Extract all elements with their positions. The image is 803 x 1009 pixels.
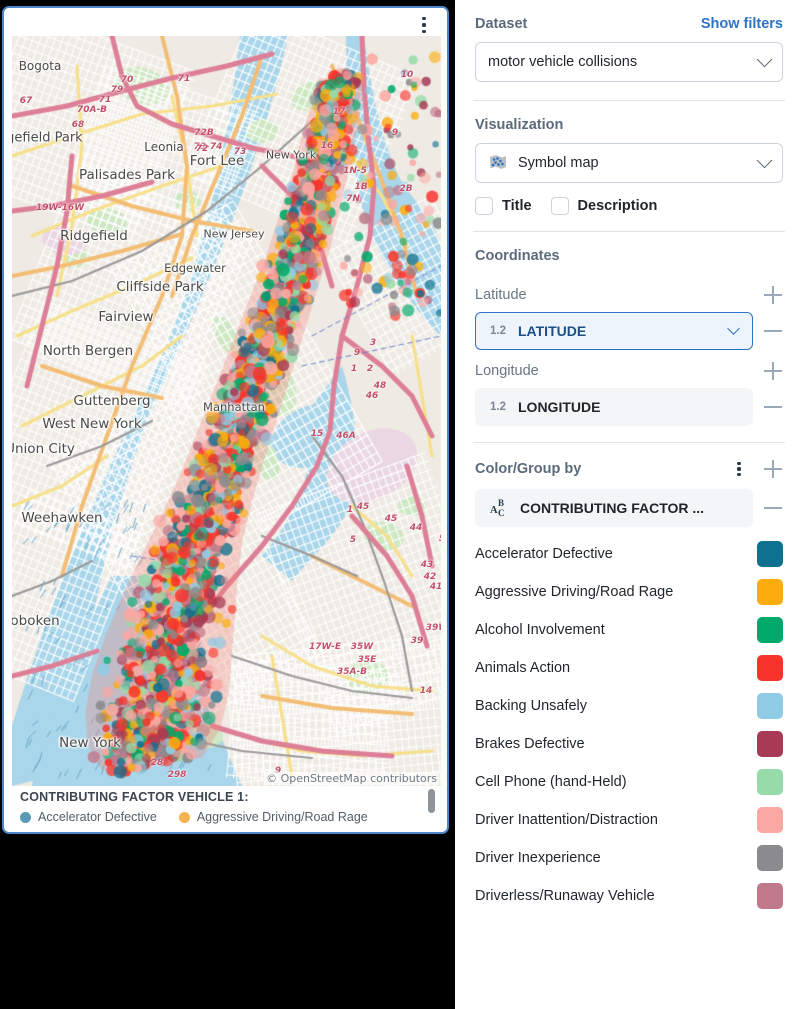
color-group-field-value: CONTRIBUTING FACTOR ...	[520, 500, 705, 516]
legend-row[interactable]: Cell Phone (hand-Held)	[475, 763, 783, 801]
latitude-field-value: LATITUDE	[518, 323, 587, 339]
longitude-field-value: LONGITUDE	[518, 399, 601, 415]
visualization-checkboxes: Title Description	[475, 183, 783, 231]
map-legend-item: Aggressive Driving/Road Rage	[178, 810, 368, 824]
field-type-badge: 1.2	[490, 325, 506, 337]
legend-label: Aggressive Driving/Road Rage	[475, 584, 674, 600]
coordinates-section: Coordinates Latitude 1.2 LATITUDE Longit…	[455, 232, 803, 442]
legend-color-swatch[interactable]	[757, 579, 783, 605]
visualization-header: Visualization	[475, 101, 783, 143]
latitude-label-row: Latitude	[475, 274, 783, 312]
legend-color-swatch[interactable]	[757, 807, 783, 833]
longitude-field-pill[interactable]: 1.2 LONGITUDE	[475, 388, 753, 426]
color-group-section: Color/Group by ABC CONTRIBUTING FACTOR .…	[455, 443, 803, 915]
legend-row[interactable]: Aggressive Driving/Road Rage	[475, 573, 783, 611]
remove-latitude-minus-icon[interactable]	[763, 321, 783, 341]
field-type-badge: 1.2	[490, 401, 506, 413]
longitude-label: Longitude	[475, 363, 539, 379]
legend-color-swatch[interactable]	[757, 617, 783, 643]
legend-color-swatch[interactable]	[757, 541, 783, 567]
legend-row[interactable]: Animals Action	[475, 649, 783, 687]
color-group-field-pill[interactable]: ABC CONTRIBUTING FACTOR ...	[475, 489, 753, 527]
chevron-down-icon	[756, 152, 773, 168]
legend-label: Cell Phone (hand-Held)	[475, 774, 627, 790]
legend-row[interactable]: Driverless/Runaway Vehicle	[475, 877, 783, 915]
map-legend-title: CONTRIBUTING FACTOR VEHICLE 1:	[20, 790, 249, 804]
remove-color-group-minus-icon[interactable]	[763, 498, 783, 518]
legend-row[interactable]: Alcohol Involvement	[475, 611, 783, 649]
visualization-title: Visualization	[475, 117, 564, 133]
color-group-header: Color/Group by	[475, 443, 783, 489]
longitude-label-row: Longitude	[475, 350, 783, 388]
checkbox-label-description: Description	[577, 198, 658, 214]
symbol-map-icon	[488, 154, 508, 172]
legend-scrollbar[interactable]	[428, 789, 435, 813]
map-viewport[interactable]: BogotaLeoniaNew YorkNew JerseyRidgefield…	[12, 36, 441, 786]
legend-color-swatch[interactable]	[757, 845, 783, 871]
add-color-group-plus-icon[interactable]	[763, 459, 783, 479]
abc-text-icon: ABC	[490, 498, 505, 518]
legend-label: Brakes Defective	[475, 736, 585, 752]
chevron-down-icon	[756, 51, 773, 67]
legend-label: Accelerator Defective	[475, 546, 613, 562]
visualization-select-value: Symbol map	[518, 155, 599, 171]
legend-color-swatch[interactable]	[757, 769, 783, 795]
legend-row[interactable]: Brakes Defective	[475, 725, 783, 763]
legend-label: Backing Unsafely	[475, 698, 588, 714]
color-group-header-icons	[731, 459, 783, 479]
dataset-select-value: motor vehicle collisions	[488, 54, 638, 70]
kebab-menu-icon[interactable]	[416, 16, 432, 34]
dataset-header: Dataset Show filters	[475, 0, 783, 42]
legend-row[interactable]: Driver Inattention/Distraction	[475, 801, 783, 839]
map-legend: CONTRIBUTING FACTOR VEHICLE 1: Accelerat…	[12, 786, 441, 832]
add-latitude-plus-icon[interactable]	[763, 285, 783, 305]
dataset-title: Dataset	[475, 16, 528, 32]
dataset-section: Dataset Show filters motor vehicle colli…	[455, 0, 803, 100]
dataset-select[interactable]: motor vehicle collisions	[475, 42, 783, 82]
legend-color-swatch[interactable]	[757, 731, 783, 757]
legend-color-swatch[interactable]	[757, 655, 783, 681]
map-visualization-card: BogotaLeoniaNew YorkNew JerseyRidgefield…	[2, 6, 449, 834]
show-filters-link[interactable]: Show filters	[701, 16, 783, 32]
visualization-section: Visualization Symbol map Title Descriptio…	[455, 101, 803, 231]
map-basemap	[12, 36, 441, 786]
legend-color-swatch[interactable]	[757, 883, 783, 909]
settings-panel: Dataset Show filters motor vehicle colli…	[455, 0, 803, 1009]
legend-label: Animals Action	[475, 660, 571, 676]
add-longitude-plus-icon[interactable]	[763, 361, 783, 381]
color-group-field-row: ABC CONTRIBUTING FACTOR ...	[475, 489, 783, 527]
legend-label: Driver Inexperience	[475, 850, 601, 866]
checkbox-description[interactable]	[550, 197, 569, 215]
longitude-field-row: 1.2 LONGITUDE	[475, 388, 783, 426]
legend-label: Alcohol Involvement	[475, 622, 605, 638]
latitude-field-pill[interactable]: 1.2 LATITUDE	[475, 312, 753, 350]
legend-color-swatch[interactable]	[757, 693, 783, 719]
map-legend-dot	[20, 811, 31, 823]
coordinates-header: Coordinates	[475, 232, 783, 274]
visualization-select[interactable]: Symbol map	[475, 143, 783, 183]
color-legend-list: Accelerator Defective Aggressive Driving/…	[475, 527, 783, 915]
map-legend-label: Accelerator Defective	[38, 810, 157, 824]
kebab-menu-icon[interactable]	[731, 460, 747, 478]
checkbox-label-title: Title	[502, 198, 532, 214]
legend-label: Driverless/Runaway Vehicle	[475, 888, 655, 904]
legend-label: Driver Inattention/Distraction	[475, 812, 658, 828]
remove-longitude-minus-icon[interactable]	[763, 397, 783, 417]
legend-row[interactable]: Driver Inexperience	[475, 839, 783, 877]
map-legend-items: Accelerator Defective Aggressive Driving/…	[20, 810, 439, 824]
legend-row[interactable]: Accelerator Defective	[475, 535, 783, 573]
legend-row[interactable]: Backing Unsafely	[475, 687, 783, 725]
latitude-label: Latitude	[475, 287, 527, 303]
chevron-down-icon	[727, 321, 740, 335]
coordinates-title: Coordinates	[475, 248, 560, 264]
latitude-field-row: 1.2 LATITUDE	[475, 312, 783, 350]
map-legend-dot	[178, 811, 190, 823]
map-legend-item: Accelerator Defective	[20, 810, 157, 824]
map-attribution: © OpenStreetMap contributors	[264, 772, 439, 785]
card-header	[4, 8, 447, 36]
color-group-title: Color/Group by	[475, 461, 582, 477]
checkbox-title[interactable]	[475, 197, 493, 215]
map-legend-label: Aggressive Driving/Road Rage	[196, 810, 368, 824]
